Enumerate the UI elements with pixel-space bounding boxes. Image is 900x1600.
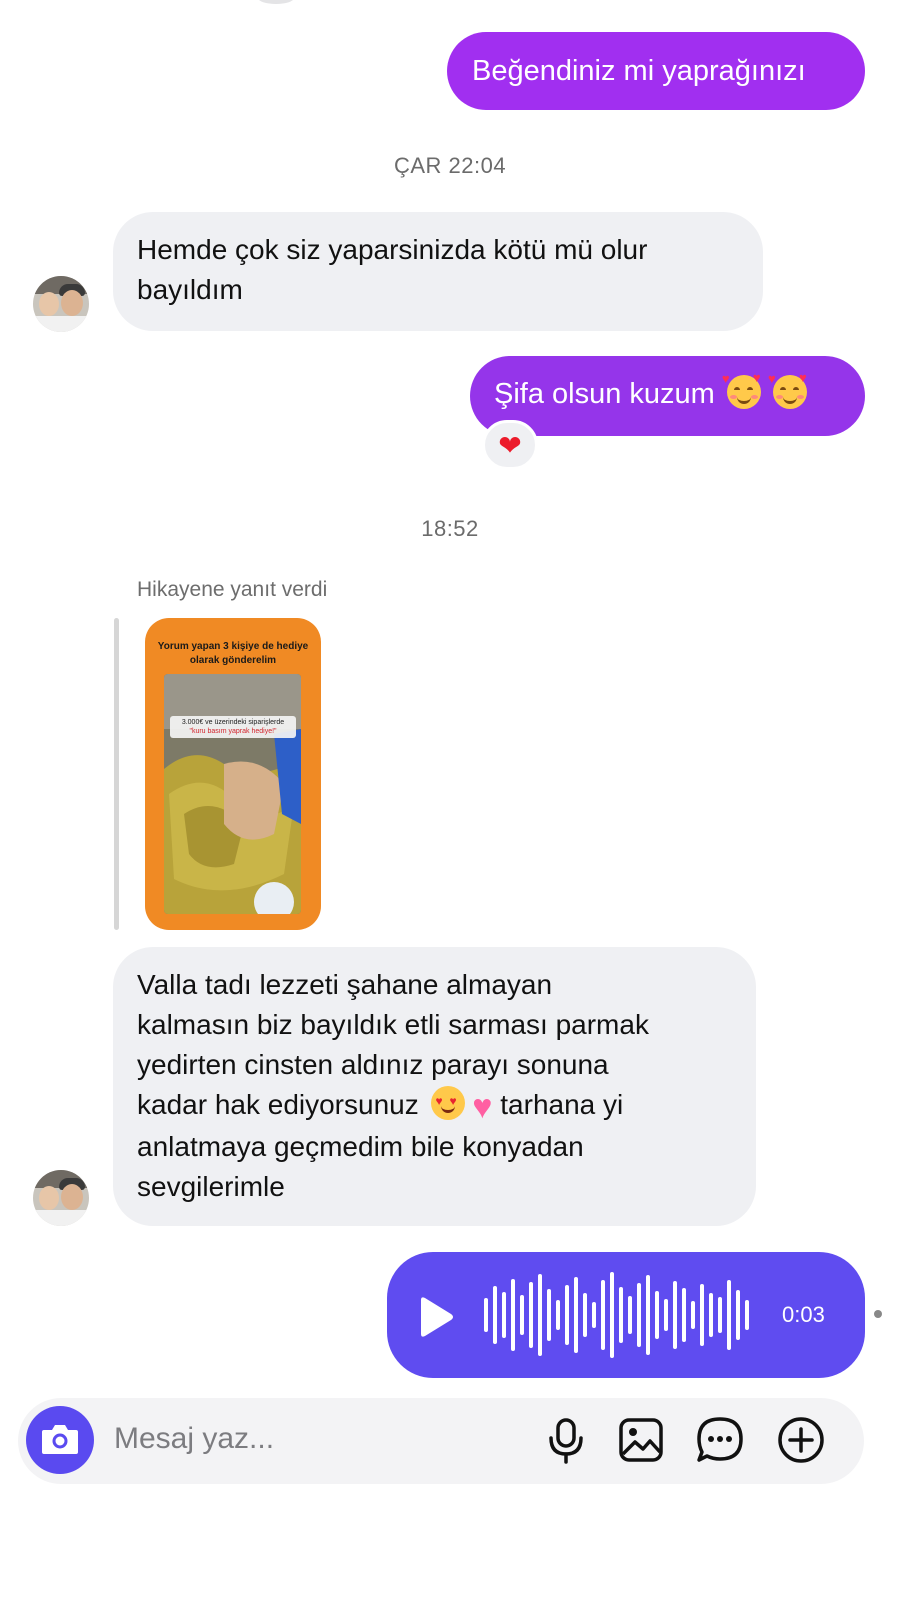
story-photo: 3.000€ ve üzerindeki siparişlerde "kuru … [164,674,301,914]
message-text-line: sevgilerimle [137,1171,285,1202]
chat-bubble-icon[interactable] [694,1414,746,1466]
waveform-bar [610,1272,614,1358]
message-text: Beğendiniz mi yaprağınızı [472,55,806,87]
story-banner-line: "kuru basım yaprak hediye!" [189,728,277,735]
waveform-bar [664,1299,668,1331]
waveform-bar [574,1277,578,1353]
story-banner-line: 3.000€ ve üzerindeki siparişlerde [181,719,285,726]
waveform-bar [700,1284,704,1346]
waveform-bar [493,1286,497,1344]
waveform-bar [655,1291,659,1339]
voice-duration: 0:03 [782,1302,825,1327]
message-text-fragment: kadar hak ediyorsunuz [137,1089,419,1120]
waveform-bar [637,1283,641,1347]
waveform-bar [601,1280,605,1350]
play-icon[interactable] [415,1296,455,1338]
waveform-bar [619,1287,623,1343]
message-text-line: kalmasın biz bayıldık etli sarması parma… [137,1009,649,1040]
message-text-line: Valla tadı lezzeti şahane almayan [137,969,553,1000]
heart-eyes-emoji-icon: ♥ ♥ [430,1086,465,1120]
waveform-bar [502,1292,506,1338]
waveform-bar [628,1296,632,1334]
incoming-message-2[interactable]: Valla tadı lezzeti şahane almayan kalmas… [113,947,756,1226]
contact-avatar[interactable] [33,276,89,332]
message-text-line: bayıldım [137,274,243,305]
waveform-bar [727,1280,731,1350]
waveform-bar [547,1289,551,1341]
waveform-bar [592,1302,596,1328]
waveform-bar [511,1279,515,1351]
timestamp-divider: ÇAR 22:04 [393,153,507,178]
message-text: Şifa olsun kuzum [494,378,715,410]
story-preview[interactable]: Yorum yapan 3 kişiye de hediye olarak gö… [145,618,321,930]
camera-icon [42,1425,78,1454]
waveform-bar [691,1301,695,1329]
message-text-line: anlatmaya geçmedim bile konyadan [137,1131,584,1162]
message-status-dot [874,1310,882,1318]
sparkling-heart-emoji-icon: ♥ [472,1088,493,1126]
waveform-bar [709,1293,713,1337]
contact-avatar[interactable] [33,1170,89,1226]
message-input[interactable]: Mesaj yaz... [114,1422,274,1456]
microphone-icon[interactable] [540,1414,592,1466]
message-text-line: Hemde çok siz yaparsinizda kötü mü olur [137,234,648,265]
story-reply-caption: Hikayene yanıt verdi [137,578,328,601]
waveform-bar [520,1295,524,1335]
smiling-face-with-hearts-emoji-icon: ♥ ♥ [768,371,807,409]
waveform-bar [556,1300,560,1330]
incoming-message-1[interactable]: Hemde çok siz yaparsinizda kötü mü olur … [113,212,763,331]
waveform-bar [529,1282,533,1348]
smiling-face-with-hearts-emoji-icon: ♥ ♥ [722,371,761,409]
story-reply-divider [114,618,119,930]
waveform-bar [682,1288,686,1342]
waveform-bar [673,1281,677,1349]
image-icon[interactable] [615,1414,667,1466]
waveform-bar [538,1274,542,1356]
timestamp-divider: 18:52 [421,516,479,541]
waveform-bar [646,1275,650,1355]
message-text-line: kadar hak ediyorsunuz ♥ ♥ ♥ tarhana yi [137,1085,756,1127]
message-text-fragment: tarhana yi [500,1089,624,1120]
outgoing-message-2[interactable]: Şifa olsun kuzum ♥ ♥ ♥ ♥ [470,356,865,436]
story-title: Yorum yapan 3 kişiye de hediye olarak gö… [157,641,309,666]
waveform-bar [565,1285,569,1345]
message-text-line: yedirten cinsten aldınız parayı sonuna [137,1049,609,1080]
waveform-bar [583,1293,587,1337]
plus-circle-icon[interactable] [775,1414,827,1466]
previous-message-edge [258,0,294,4]
waveform-bar [718,1297,722,1333]
waveform-bar [745,1300,749,1330]
waveform-bar [736,1290,740,1340]
waveform-bar [484,1298,488,1332]
outgoing-message-1[interactable]: Beğendiniz mi yaprağınızı [447,32,865,110]
heart-reaction-icon[interactable]: ❤ [482,420,538,470]
